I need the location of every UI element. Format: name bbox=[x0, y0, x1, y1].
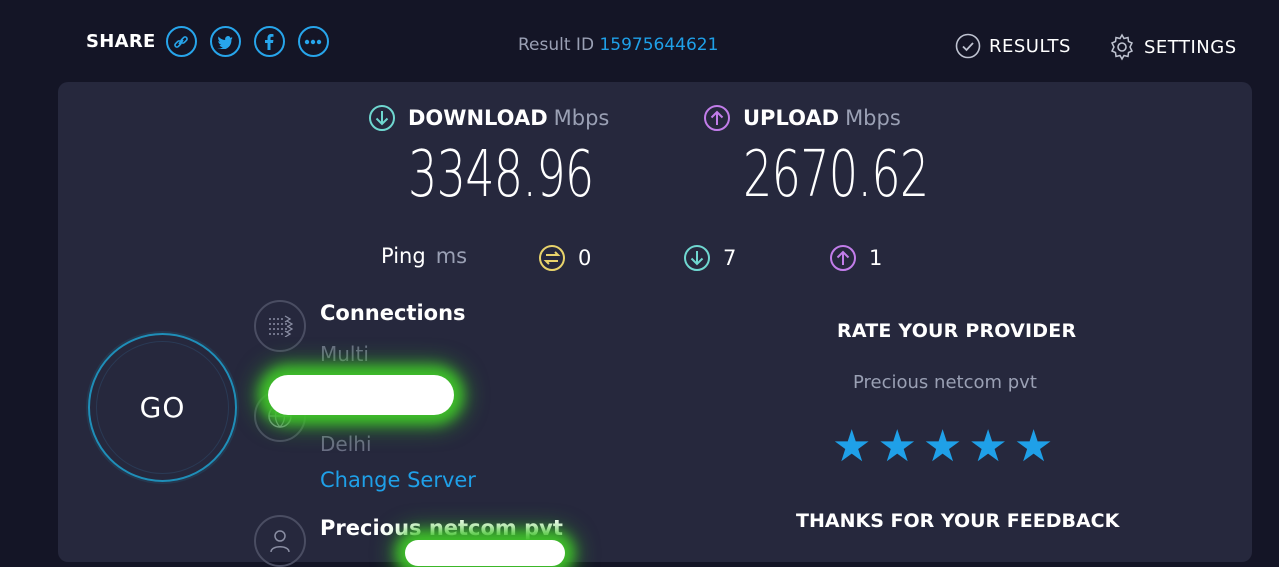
redaction-mark bbox=[268, 375, 454, 415]
download-unit: Mbps bbox=[553, 106, 610, 130]
results-button[interactable]: RESULTS bbox=[955, 33, 1071, 59]
upload-arrow-icon bbox=[704, 105, 730, 131]
star-icon[interactable]: ★ bbox=[877, 425, 916, 469]
go-button-ring bbox=[96, 341, 229, 474]
upload-unit: Mbps bbox=[845, 106, 901, 130]
gear-icon bbox=[1110, 33, 1134, 61]
star-icon[interactable]: ★ bbox=[832, 425, 871, 469]
ping-label-group: Ping ms bbox=[381, 244, 467, 268]
ping-download: 7 bbox=[683, 244, 736, 272]
provider-user-icon bbox=[254, 515, 306, 567]
download-speed: 3348.96 bbox=[408, 138, 594, 212]
results-label: RESULTS bbox=[989, 35, 1071, 57]
upload-label: UPLOAD bbox=[743, 106, 840, 130]
settings-label: SETTINGS bbox=[1144, 36, 1237, 58]
twitter-icon[interactable] bbox=[209, 26, 241, 57]
download-header: DOWNLOAD Mbps bbox=[368, 104, 609, 132]
link-icon[interactable] bbox=[165, 26, 197, 57]
server-location: Delhi bbox=[320, 432, 372, 456]
provider-name: Precious netcom pvt bbox=[320, 516, 563, 540]
star-icon[interactable]: ★ bbox=[1014, 425, 1053, 469]
upload-header: UPLOAD Mbps bbox=[703, 104, 901, 132]
star-rating[interactable]: ★ ★ ★ ★ ★ bbox=[832, 425, 1059, 469]
facebook-icon[interactable] bbox=[253, 26, 285, 57]
go-button[interactable]: GO bbox=[88, 333, 237, 482]
ping-idle-value: 0 bbox=[578, 246, 592, 270]
download-latency-icon bbox=[684, 245, 710, 271]
more-icon[interactable] bbox=[297, 26, 329, 57]
ping-unit: ms bbox=[435, 244, 468, 268]
upload-speed: 2670.62 bbox=[743, 138, 929, 212]
result-id: Result ID 15975644621 bbox=[518, 35, 718, 55]
feedback-message: THANKS FOR YOUR FEEDBACK bbox=[796, 510, 1120, 532]
ping-upload-value: 1 bbox=[869, 246, 883, 270]
change-server-link[interactable]: Change Server bbox=[320, 468, 476, 492]
share-label: SHARE bbox=[86, 31, 156, 52]
connections-icon bbox=[254, 300, 306, 352]
rate-provider-name: Precious netcom pvt bbox=[853, 372, 1037, 393]
result-id-link[interactable]: 15975644621 bbox=[599, 35, 718, 55]
share-bar: SHARE bbox=[86, 26, 342, 57]
download-arrow-icon bbox=[369, 105, 395, 131]
rate-title: RATE YOUR PROVIDER bbox=[837, 320, 1077, 342]
result-id-label: Result ID bbox=[518, 35, 595, 55]
ping-idle: 0 bbox=[538, 244, 591, 272]
download-label: DOWNLOAD bbox=[408, 106, 548, 130]
ping-download-value: 7 bbox=[723, 246, 737, 270]
ping-label: Ping bbox=[381, 244, 426, 268]
star-icon[interactable]: ★ bbox=[968, 425, 1007, 469]
upload-latency-icon bbox=[830, 245, 856, 271]
redaction-mark bbox=[405, 540, 565, 566]
idle-latency-icon bbox=[539, 245, 565, 271]
connections-title: Connections bbox=[320, 301, 466, 325]
top-bar: SHARE Result ID 15975644621 RESULTS SETT… bbox=[0, 0, 1279, 82]
star-icon[interactable]: ★ bbox=[923, 425, 962, 469]
check-circle-icon bbox=[955, 33, 981, 59]
settings-button[interactable]: SETTINGS bbox=[1108, 33, 1237, 61]
ping-upload: 1 bbox=[829, 244, 882, 272]
connections-value: Multi bbox=[320, 342, 369, 366]
